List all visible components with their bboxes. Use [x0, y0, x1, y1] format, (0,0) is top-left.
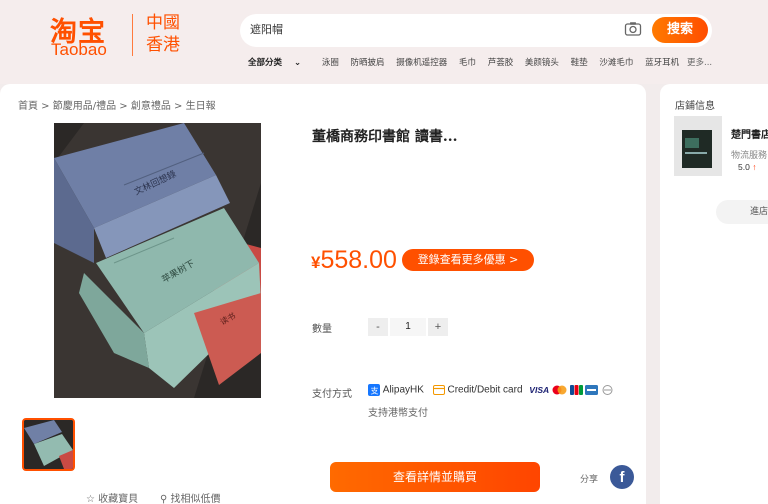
enter-store-button[interactable]: 進店 — [716, 200, 768, 224]
store-logo[interactable] — [674, 116, 722, 176]
region-line-1: 中國 — [146, 13, 180, 33]
jcb-icon — [569, 385, 583, 395]
hot-search-nav: 全部分类 ⌄ 泳圈 防晒披肩 摄像机遥控器 毛巾 芦荟胶 美颜镜头 鞋垫 沙滩毛… — [248, 56, 688, 68]
store-score: 5.0 ↑ — [738, 162, 756, 172]
payment-alipay-label: AlipayHK — [382, 384, 424, 396]
nav-item[interactable]: 毛巾 — [459, 56, 476, 68]
quantity-label: 數量 — [312, 324, 332, 335]
store-score-value: 5.0 — [738, 162, 750, 172]
amex-icon — [585, 385, 599, 395]
favorite-label: 收藏寶貝 — [98, 494, 139, 504]
arrow-up-icon: ↑ — [752, 162, 757, 172]
store-service-label: 物流服務 — [731, 151, 768, 161]
facebook-share-icon[interactable]: f — [610, 465, 634, 489]
mastercard-icon — [552, 385, 567, 395]
nav-item[interactable]: 摄像机遥控器 — [396, 56, 447, 68]
product-image[interactable]: 文林回想錄 苹果树下 读书 — [54, 123, 261, 398]
find-similar-button[interactable]: ⚲ 找相似低價 — [160, 490, 221, 504]
alipay-icon: 支 — [368, 384, 380, 396]
nav-item[interactable]: 防晒披肩 — [351, 56, 385, 68]
payment-methods: 支 AlipayHK Credit/Debit card VISA — [368, 384, 614, 399]
view-details-buy-button[interactable]: 查看詳情並購買 — [330, 462, 540, 492]
taobao-logo-en[interactable]: Taobao — [51, 40, 107, 60]
visa-icon: VISA — [529, 385, 550, 395]
product-photo: 文林回想錄 苹果树下 读书 — [54, 123, 261, 398]
nav-item[interactable]: 蓝牙耳机 — [645, 56, 679, 68]
nav-item[interactable]: 沙滩毛巾 — [599, 56, 633, 68]
search-button[interactable]: 搜索 — [652, 17, 708, 43]
search-input[interactable] — [250, 22, 610, 35]
credit-card-icon — [432, 385, 445, 395]
nav-item[interactable]: 泳圈 — [322, 56, 339, 68]
store-info-heading: 店鋪信息 — [675, 101, 715, 112]
store-logo-image — [674, 116, 722, 176]
quantity-input[interactable]: 1 — [390, 318, 426, 336]
logo-divider — [132, 14, 133, 56]
login-coupon-button[interactable]: 登錄查看更多優惠 > — [402, 249, 534, 271]
payment-card-label: Credit/Debit card — [447, 384, 523, 396]
product-price: ¥558.00 — [311, 246, 397, 275]
star-icon: ☆ — [86, 494, 95, 504]
chevron-down-icon: ⌄ — [293, 58, 302, 68]
svg-text:支: 支 — [371, 386, 379, 396]
region-label: 中國 香港 — [146, 12, 180, 56]
quantity-decrement-button[interactable]: - — [368, 318, 388, 336]
thumbnail-photo — [24, 420, 73, 469]
camera-icon[interactable] — [624, 20, 642, 38]
store-name[interactable]: 楚門書店 — [731, 126, 768, 141]
nav-all-label: 全部分类 — [248, 58, 283, 68]
share-label: 分享 — [580, 475, 599, 485]
diners-icon — [602, 385, 613, 395]
favorite-button[interactable]: ☆ 收藏寶貝 — [86, 490, 138, 504]
price-amount: 558.00 — [320, 246, 397, 274]
search-icon: ⚲ — [160, 494, 168, 504]
region-line-2: 香港 — [146, 35, 180, 55]
product-title: 董橋商務印書館 讀書... — [312, 129, 458, 145]
similar-label: 找相似低價 — [170, 494, 221, 504]
payment-label: 支付方式 — [312, 389, 352, 400]
payment-note: 支持港幣支付 — [368, 408, 428, 419]
nav-item[interactable]: 美颜镜头 — [525, 56, 559, 68]
breadcrumb[interactable]: 首頁 > 節慶用品/禮品 > 創意禮品 > 生日報 — [18, 97, 216, 112]
nav-item[interactable]: 芦荟胶 — [488, 56, 514, 68]
nav-more-link[interactable]: 更多... — [687, 56, 712, 68]
nav-item[interactable]: 鞋垫 — [571, 56, 588, 68]
product-thumbnail[interactable] — [22, 418, 75, 471]
nav-all-categories[interactable]: 全部分类 ⌄ — [248, 56, 310, 68]
quantity-increment-button[interactable]: + — [428, 318, 448, 336]
